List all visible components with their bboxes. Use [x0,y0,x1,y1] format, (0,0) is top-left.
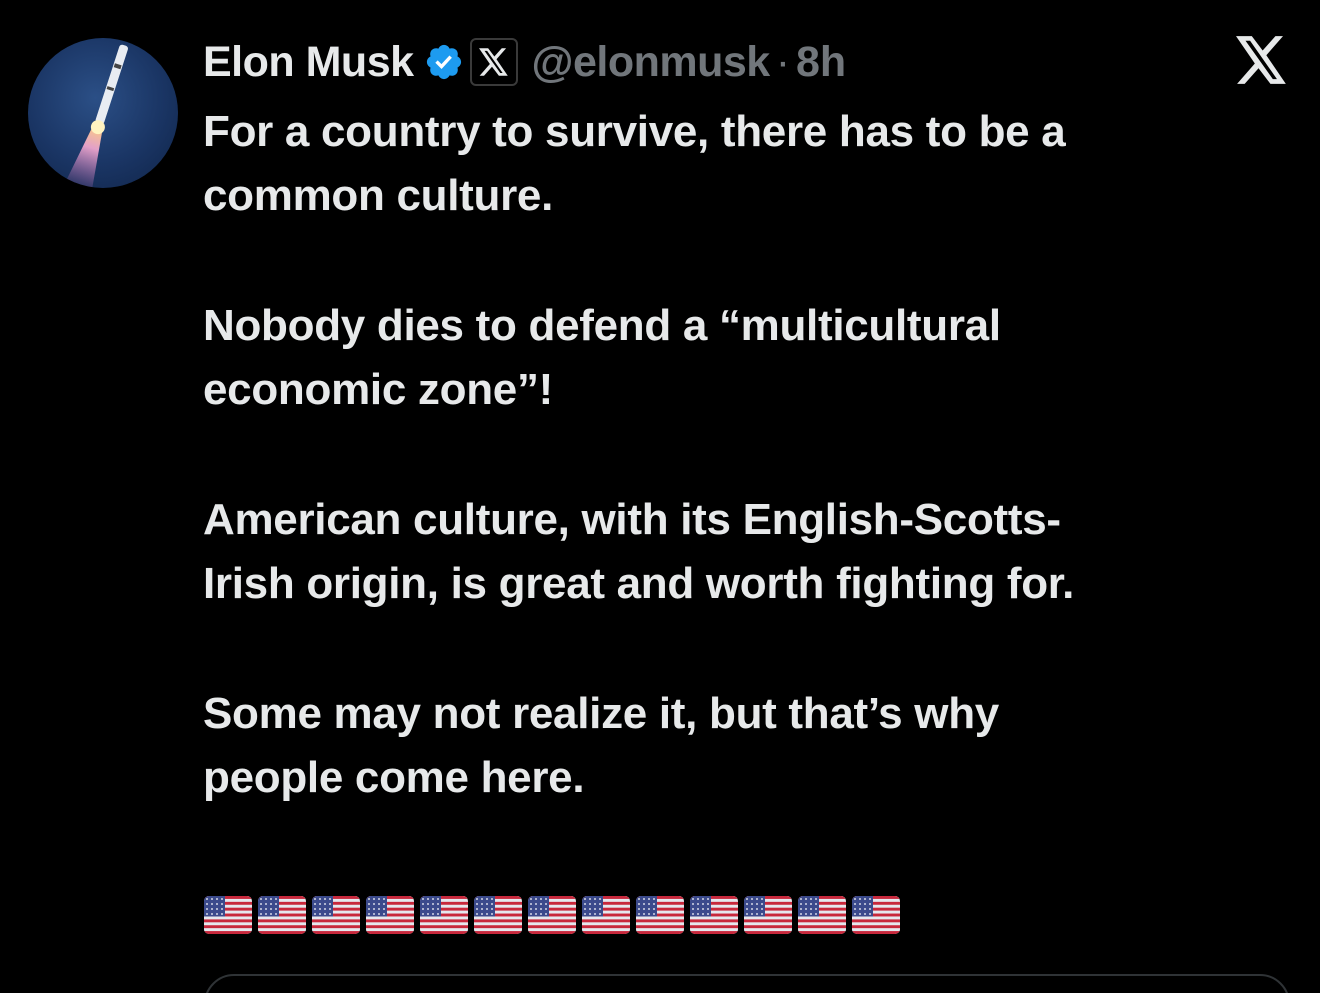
us-flag-emoji [798,896,846,934]
embedded-card[interactable] [204,974,1290,993]
us-flag-emoji [582,896,630,934]
flag-emoji-row [204,896,900,936]
x-logo-icon [1236,36,1288,84]
tweet-line: economic zone”! [203,365,553,414]
tweet-paragraph: For a country to survive, there has to b… [203,100,1283,228]
separator-dot: · [775,37,791,86]
tweet-paragraph: Some may not realize it, but that’s why … [203,682,1283,810]
rocket-launch-avatar-image [66,44,128,188]
us-flag-emoji [312,896,360,934]
us-flag-emoji [204,896,252,934]
us-flag-emoji [420,896,468,934]
tweet-line: Irish origin, is great and worth fightin… [203,559,1075,608]
tweet-paragraph: Nobody dies to defend a “multicultural e… [203,294,1283,422]
tweet-paragraph: American culture, with its English-Scott… [203,488,1283,616]
tweet-line: people come here. [203,753,585,802]
us-flag-emoji [258,896,306,934]
us-flag-emoji [690,896,738,934]
tweet-line: common culture. [203,171,553,220]
us-flag-emoji [528,896,576,934]
x-affiliate-icon[interactable] [469,38,518,86]
avatar[interactable] [28,38,178,188]
tweet-text: For a country to survive, there has to b… [203,100,1283,876]
us-flag-emoji [366,896,414,934]
us-flag-emoji [474,896,522,934]
author-name[interactable]: Elon Musk [203,38,414,87]
tweet-header: Elon Musk @elonmusk · 8h [203,34,846,90]
tweet-line: Some may not realize it, but that’s why [203,689,999,738]
tweet-line: American culture, with its English-Scott… [203,495,1061,544]
us-flag-emoji [744,896,792,934]
us-flag-emoji [636,896,684,934]
tweet-timestamp[interactable]: 8h [796,38,846,87]
author-handle[interactable]: @elonmusk [532,38,771,87]
tweet: Elon Musk @elonmusk · 8h For a country t… [0,0,1320,993]
verified-badge-icon[interactable] [424,42,464,82]
us-flag-emoji [852,896,900,934]
tweet-line: For a country to survive, there has to b… [203,107,1066,156]
tweet-line: Nobody dies to defend a “multicultural [203,301,1001,350]
